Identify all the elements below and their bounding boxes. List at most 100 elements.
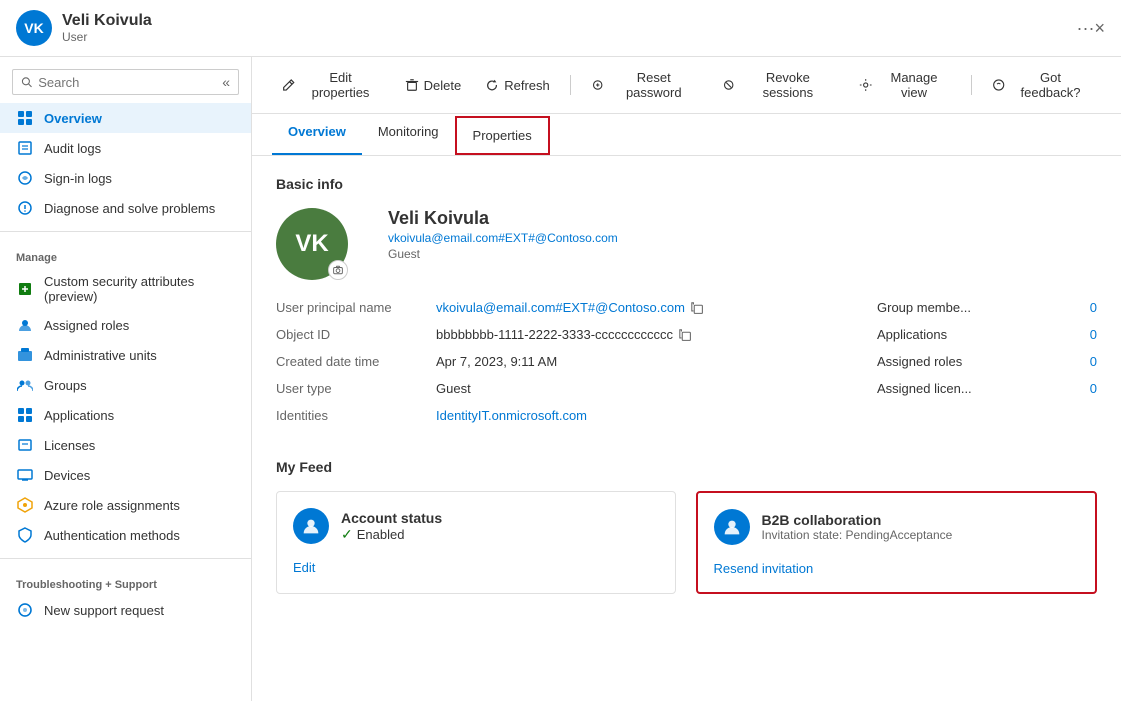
detail-upn: User principal name vkoivula@email.com#E… <box>276 300 837 315</box>
search-box[interactable]: « <box>12 69 239 95</box>
my-feed-title: My Feed <box>276 459 1097 475</box>
search-input[interactable] <box>38 75 214 90</box>
signin-icon <box>16 169 34 187</box>
sidebar-item-applications[interactable]: Applications <box>0 400 251 430</box>
b2b-collab-card: B2B collaboration Invitation state: Pend… <box>696 491 1098 594</box>
detail-value-identities[interactable]: IdentityIT.onmicrosoft.com <box>436 408 587 423</box>
revoke-sessions-button[interactable]: Revoke sessions <box>712 65 845 105</box>
sidebar-item-new-support[interactable]: New support request <box>0 595 251 625</box>
feedback-icon <box>992 78 1005 92</box>
header-more-button[interactable]: ··· <box>1077 18 1095 39</box>
search-icon <box>21 75 32 89</box>
sidebar-item-assigned-roles[interactable]: Assigned roles <box>0 310 251 340</box>
sidebar-label-signin-logs: Sign-in logs <box>44 171 112 186</box>
sidebar-label-new-support: New support request <box>44 603 164 618</box>
sidebar-divider-manage <box>0 231 251 232</box>
content-area: Edit properties Delete Refresh Reset pas… <box>252 57 1121 701</box>
sidebar-label-azure-roles: Azure role assignments <box>44 498 180 513</box>
b2b-collab-avatar <box>714 509 750 545</box>
copy-upn-icon[interactable] <box>691 300 704 314</box>
status-enabled-icon: ✓ <box>341 526 353 543</box>
account-status-card: Account status ✓ Enabled Edit <box>276 491 676 594</box>
details-right: Group membe... 0 Applications 0 Assigned… <box>877 300 1097 435</box>
sidebar-item-audit-logs[interactable]: Audit logs <box>0 133 251 163</box>
account-status-title: Account status <box>341 510 442 526</box>
feedback-button[interactable]: Got feedback? <box>982 65 1101 105</box>
header: VK Veli Koivula User ··· × <box>0 0 1121 57</box>
my-feed-section: My Feed Account status <box>276 459 1097 594</box>
sidebar-label-custom-security: Custom security attributes (preview) <box>44 274 235 304</box>
sidebar-item-licenses[interactable]: Licenses <box>0 430 251 460</box>
b2b-collab-title: B2B collaboration <box>762 512 953 528</box>
reset-password-button[interactable]: Reset password <box>581 65 709 105</box>
account-avatar-icon <box>300 515 322 537</box>
account-status-value: ✓ Enabled <box>341 526 442 543</box>
sidebar-item-groups[interactable]: Groups <box>0 370 251 400</box>
azure-roles-icon <box>16 496 34 514</box>
manage-view-button[interactable]: Manage view <box>849 65 961 105</box>
sidebar-label-applications: Applications <box>44 408 114 423</box>
details-area: User principal name vkoivula@email.com#E… <box>276 300 1097 435</box>
sidebar-label-audit-logs: Audit logs <box>44 141 101 156</box>
tab-monitoring[interactable]: Monitoring <box>362 114 455 155</box>
toolbar: Edit properties Delete Refresh Reset pas… <box>252 57 1121 114</box>
sidebar-item-admin-units[interactable]: Administrative units <box>0 340 251 370</box>
camera-icon[interactable] <box>328 260 348 280</box>
stat-assigned-roles: Assigned roles 0 <box>877 354 1097 369</box>
sidebar-item-custom-security[interactable]: Custom security attributes (preview) <box>0 268 251 310</box>
sidebar-item-diagnose[interactable]: Diagnose and solve problems <box>0 193 251 223</box>
feed-cards: Account status ✓ Enabled Edit <box>276 491 1097 594</box>
user-name-info: Veli Koivula vkoivula@email.com#EXT#@Con… <box>388 208 618 261</box>
sidebar-item-signin-logs[interactable]: Sign-in logs <box>0 163 251 193</box>
b2b-resend-link[interactable]: Resend invitation <box>714 561 814 576</box>
sidebar-label-admin-units: Administrative units <box>44 348 157 363</box>
stat-applications: Applications 0 <box>877 327 1097 342</box>
delete-icon <box>405 78 419 92</box>
detail-identities: Identities IdentityIT.onmicrosoft.com <box>276 408 837 423</box>
b2b-avatar-icon <box>721 516 743 538</box>
audit-icon <box>16 139 34 157</box>
applications-icon <box>16 406 34 424</box>
tab-properties[interactable]: Properties <box>455 116 550 155</box>
user-avatar-container: VK <box>276 208 348 280</box>
detail-created: Created date time Apr 7, 2023, 9:11 AM <box>276 354 837 369</box>
stat-group-members: Group membe... 0 <box>877 300 1097 315</box>
sidebar-label-devices: Devices <box>44 468 90 483</box>
header-info: Veli Koivula User <box>62 12 1069 44</box>
detail-label-created: Created date time <box>276 354 436 369</box>
auth-methods-icon <box>16 526 34 544</box>
sidebar: « Overview Audit logs Sign-in logs Diagn… <box>0 57 252 701</box>
custom-security-icon <box>16 280 34 298</box>
detail-label-identities: Identities <box>276 408 436 423</box>
page-content: Basic info VK Veli Koivula vkoivula@emai… <box>252 156 1121 701</box>
detail-label-objectid: Object ID <box>276 327 436 342</box>
delete-button[interactable]: Delete <box>395 73 472 98</box>
refresh-button[interactable]: Refresh <box>475 73 560 98</box>
user-email: vkoivula@email.com#EXT#@Contoso.com <box>388 231 618 245</box>
detail-value-upn: vkoivula@email.com#EXT#@Contoso.com <box>436 300 704 315</box>
sidebar-section-manage: Manage <box>0 240 251 268</box>
detail-label-upn: User principal name <box>276 300 436 315</box>
header-close-button[interactable]: × <box>1094 18 1105 39</box>
toolbar-divider-1 <box>570 75 571 95</box>
account-status-edit-link[interactable]: Edit <box>293 560 315 575</box>
sidebar-label-licenses: Licenses <box>44 438 95 453</box>
sidebar-label-diagnose: Diagnose and solve problems <box>44 201 215 216</box>
sidebar-item-devices[interactable]: Devices <box>0 460 251 490</box>
sidebar-section-support: Troubleshooting + Support <box>0 567 251 595</box>
stat-assigned-licenses: Assigned licen... 0 <box>877 381 1097 396</box>
account-status-header: Account status ✓ Enabled <box>293 508 659 544</box>
sidebar-label-groups: Groups <box>44 378 87 393</box>
b2b-collab-subtitle: Invitation state: PendingAcceptance <box>762 528 953 542</box>
copy-objectid-icon[interactable] <box>679 327 692 341</box>
collapse-icon[interactable]: « <box>222 74 230 90</box>
sidebar-item-overview[interactable]: Overview <box>0 103 251 133</box>
basic-info-section: VK Veli Koivula vkoivula@email.com#EXT#@… <box>276 208 1097 280</box>
sidebar-label-overview: Overview <box>44 111 102 126</box>
sidebar-item-auth-methods[interactable]: Authentication methods <box>0 520 251 550</box>
overview-icon <box>16 109 34 127</box>
edit-properties-button[interactable]: Edit properties <box>272 65 391 105</box>
b2b-collab-header: B2B collaboration Invitation state: Pend… <box>714 509 1080 545</box>
sidebar-item-azure-roles[interactable]: Azure role assignments <box>0 490 251 520</box>
tab-overview[interactable]: Overview <box>272 114 362 155</box>
